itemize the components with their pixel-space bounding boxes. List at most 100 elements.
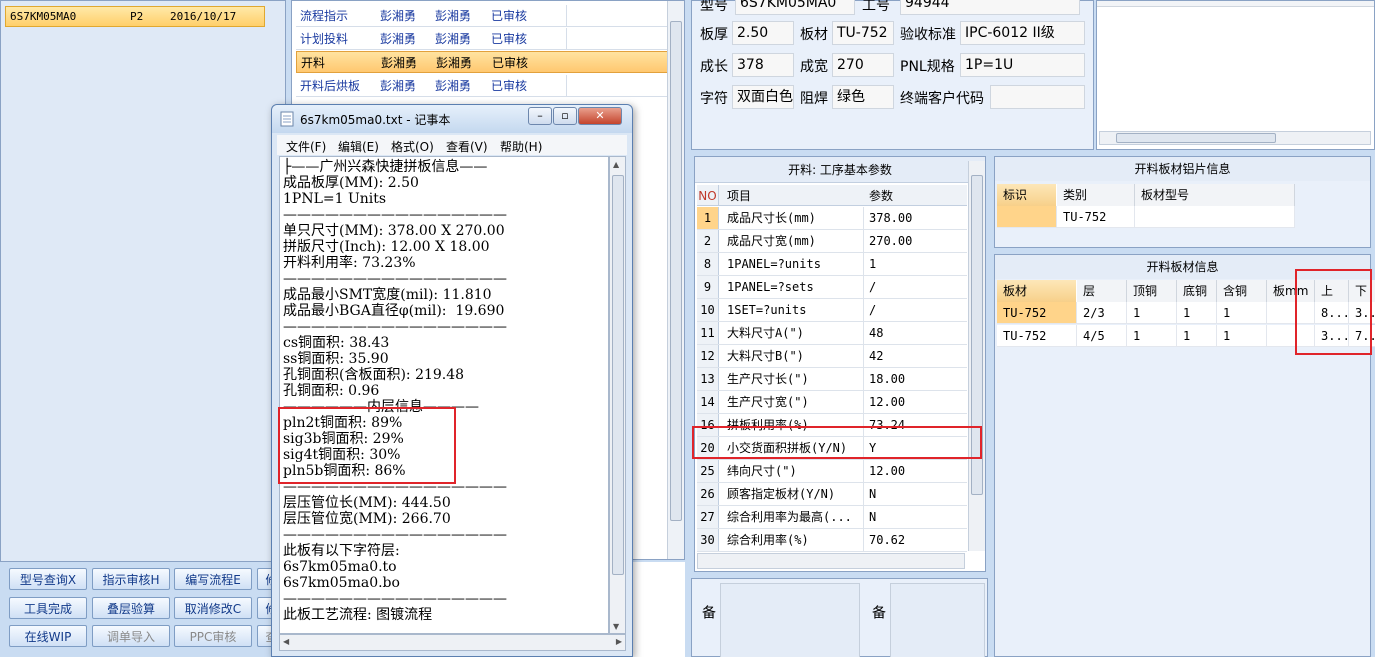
stackup-check-button[interactable]: 叠层验算 — [92, 597, 170, 619]
material-cell[interactable]: 1 — [1217, 302, 1267, 324]
menu-help[interactable]: 帮助(H) — [500, 138, 542, 155]
notepad-text-area[interactable]: ├——广州兴森快捷拼板信息—— 成品板厚(MM): 2.50 1PNL=1 Unit… — [279, 156, 609, 634]
mark-cell[interactable] — [997, 206, 1057, 228]
silk-field[interactable]: 双面白色 — [732, 85, 794, 109]
import-order-button[interactable]: 调单导入 — [92, 625, 170, 647]
menu-format[interactable]: 格式(O) — [391, 138, 434, 155]
params-row[interactable]: 26 顾客指定板材(Y/N) N — [697, 483, 967, 506]
notepad-line: 成品最小SMT宽度(mil): 11.810 — [283, 287, 492, 303]
aluminum-panel-title: 开料板材铝片信息 — [995, 157, 1370, 181]
notepad-line: 成品最小BGA直径φ(mil): 19.690 — [283, 303, 505, 319]
width-field[interactable]: 270 — [832, 53, 894, 77]
notepad-vscrollbar[interactable]: ▲ ▼ — [609, 156, 626, 634]
model-remark-box[interactable] — [890, 583, 985, 657]
material-cell[interactable]: 1 — [1127, 325, 1177, 347]
param-value[interactable]: 12.00 — [869, 391, 905, 413]
params-row[interactable]: 10 1SET=?units / — [697, 299, 967, 322]
param-value[interactable]: 378.00 — [869, 207, 912, 229]
process-row-selected[interactable]: 开料 彭湘勇 彭湘勇 已审核 — [296, 51, 668, 73]
process-row[interactable]: 计划投料 彭湘勇 彭湘勇 已审核 — [296, 28, 668, 50]
params-row[interactable]: 1 成品尺寸长(mm) 378.00 — [697, 207, 967, 230]
process-row[interactable]: 开料后烘板 彭湘勇 彭湘勇 已审核 — [296, 75, 668, 97]
param-value[interactable]: N — [869, 506, 876, 528]
thickness-field[interactable]: 2.50 — [732, 21, 794, 45]
process-name: 开料后烘板 — [300, 79, 361, 93]
param-value[interactable]: 42 — [869, 345, 883, 367]
param-item: 综合利用率(%) — [727, 533, 809, 547]
material-field[interactable]: TU-752 — [832, 21, 894, 45]
online-wip-button[interactable]: 在线WIP — [9, 625, 87, 647]
process-reviewer: 彭湘勇 — [435, 79, 472, 93]
standard-field[interactable]: IPC-6012 II级 — [960, 21, 1085, 45]
param-value[interactable]: 48 — [869, 322, 883, 344]
process-remark-box[interactable] — [720, 583, 860, 657]
material-cell[interactable]: 4/5 — [1077, 325, 1127, 347]
param-value[interactable]: N — [869, 483, 876, 505]
material-cell[interactable]: 1 — [1127, 302, 1177, 324]
blank-area — [632, 562, 685, 657]
notepad-line: ———————————————— — [283, 207, 507, 223]
params-vscrollbar[interactable] — [968, 161, 985, 551]
category-cell[interactable]: TU-752 — [1057, 206, 1135, 228]
param-item: 1PANEL=?units — [727, 257, 821, 271]
param-value[interactable]: 1 — [869, 253, 876, 275]
notepad-hscrollbar[interactable]: ◀ ▶ — [279, 634, 626, 651]
notepad-titlebar[interactable]: 6s7km05ma0.txt - 记事本 – ▫ ✕ — [272, 105, 632, 133]
material-cell[interactable]: 1 — [1177, 325, 1217, 347]
params-row[interactable]: 9 1PANEL=?sets / — [697, 276, 967, 299]
param-no: 8 — [697, 253, 719, 275]
params-row[interactable]: 13 生产尺寸长(") 18.00 — [697, 368, 967, 391]
param-no: 9 — [697, 276, 719, 298]
tool-complete-button[interactable]: 工具完成 — [9, 597, 87, 619]
maximize-icon[interactable]: ▫ — [553, 107, 577, 125]
mask-field[interactable]: 绿色 — [832, 85, 894, 109]
minimize-icon[interactable]: – — [528, 107, 552, 125]
length-field[interactable]: 378 — [732, 53, 794, 77]
process-row[interactable]: 流程指示 彭湘勇 彭湘勇 已审核 — [296, 5, 668, 27]
params-row[interactable]: 30 综合利用率(%) 70.62 — [697, 529, 967, 552]
params-hscrollbar[interactable] — [697, 553, 965, 569]
menu-view[interactable]: 查看(V) — [446, 138, 488, 155]
model-field[interactable]: 6S7KM05MA0 — [735, 0, 855, 15]
param-value[interactable]: 270.00 — [869, 230, 912, 252]
material-cell[interactable]: TU-752 — [997, 302, 1077, 324]
params-row[interactable]: 2 成品尺寸宽(mm) 270.00 — [697, 230, 967, 253]
param-value[interactable]: 70.62 — [869, 529, 905, 551]
close-icon[interactable]: ✕ — [578, 107, 622, 125]
customer-field[interactable] — [990, 85, 1085, 109]
material-cell[interactable]: 1 — [1217, 325, 1267, 347]
params-row[interactable]: 8 1PANEL=?units 1 — [697, 253, 967, 276]
order-date: 2016/10/17 — [170, 10, 237, 23]
notepad-window[interactable]: 6s7km05ma0.txt - 记事本 – ▫ ✕ 文件(F) 编辑(E) 格… — [271, 104, 633, 657]
param-item: 综合利用率为最高(... — [727, 510, 852, 524]
model-query-button[interactable]: 型号查询X — [9, 568, 87, 590]
material-cell[interactable]: TU-752 — [997, 325, 1077, 347]
menu-edit[interactable]: 编辑(E) — [338, 138, 379, 155]
params-row[interactable]: 25 纬向尺寸(") 12.00 — [697, 460, 967, 483]
ppc-review-button[interactable]: PPC审核 — [174, 625, 252, 647]
notepad-line: 成品板厚(MM): 2.50 — [283, 175, 419, 191]
material-cell[interactable]: 1 — [1177, 302, 1217, 324]
params-row[interactable]: 27 综合利用率为最高(... N — [697, 506, 967, 529]
aluminum-sheet-panel: 开料板材铝片信息 标识 类别 板材型号 TU-752 — [994, 156, 1371, 248]
params-row[interactable]: 11 大料尺寸A(") 48 — [697, 322, 967, 345]
top-right-hscrollbar[interactable] — [1099, 131, 1371, 145]
cancel-edit-button[interactable]: 取消修改C — [174, 597, 252, 619]
params-row[interactable]: 14 生产尺寸宽(") 12.00 — [697, 391, 967, 414]
param-value[interactable]: 12.00 — [869, 460, 905, 482]
instruction-review-button[interactable]: 指示审核H — [92, 568, 170, 590]
menu-file[interactable]: 文件(F) — [286, 138, 326, 155]
material-model-cell[interactable] — [1135, 206, 1295, 228]
param-value[interactable]: 18.00 — [869, 368, 905, 390]
order-list-row-selected[interactable]: 6S7KM05MA0 P2 2016/10/17 — [5, 6, 265, 27]
order-field[interactable]: 94944 — [900, 0, 1080, 15]
param-value[interactable]: / — [869, 299, 876, 321]
order-list[interactable]: 6S7KM05MA0 P2 2016/10/17 — [0, 0, 286, 562]
process-table-scrollbar[interactable] — [667, 1, 684, 559]
params-row[interactable]: 12 大料尺寸B(") 42 — [697, 345, 967, 368]
col-param: 参数 — [869, 189, 894, 203]
material-cell[interactable]: 2/3 — [1077, 302, 1127, 324]
pnl-field[interactable]: 1P=1U — [960, 53, 1085, 77]
param-value[interactable]: / — [869, 276, 876, 298]
write-process-button[interactable]: 编写流程E — [174, 568, 252, 590]
